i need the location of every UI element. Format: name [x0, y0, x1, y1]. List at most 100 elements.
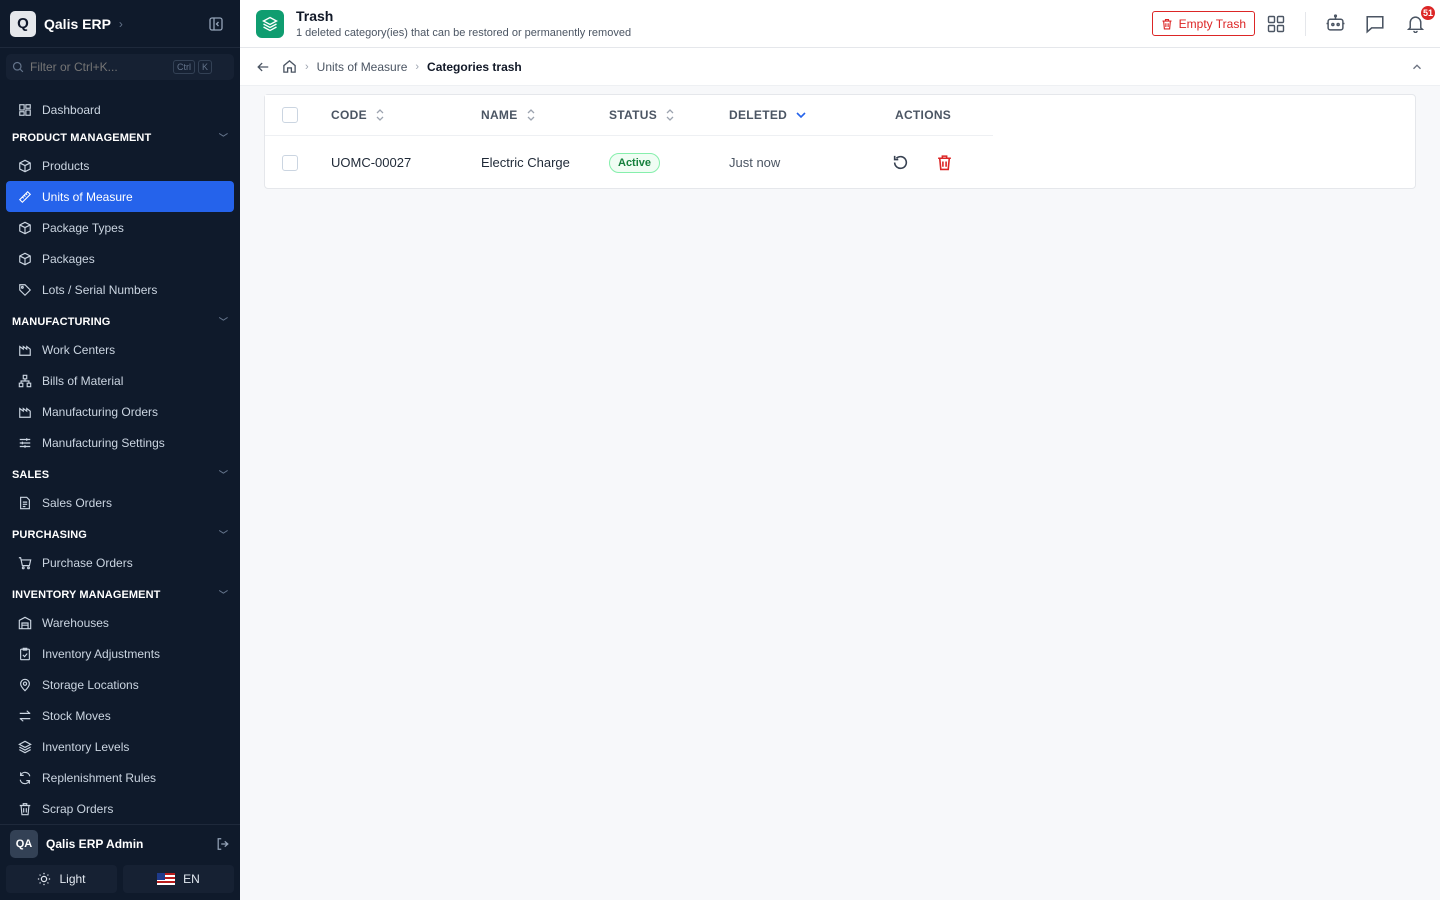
- chevron-right-icon[interactable]: ›: [119, 17, 123, 31]
- sidebar-item-dashboard[interactable]: Dashboard: [6, 94, 234, 125]
- filter-box[interactable]: Ctrl K: [6, 54, 234, 80]
- sidebar-item-bills-of-material[interactable]: Bills of Material: [6, 365, 234, 396]
- refresh-icon: [19, 771, 31, 784]
- sliders-icon: [19, 437, 31, 448]
- factory-icon: [19, 344, 31, 356]
- dashboard-icon: [19, 103, 31, 116]
- empty-trash-label: Empty Trash: [1178, 16, 1246, 31]
- notifications-button[interactable]: 51: [1404, 3, 1437, 35]
- theme-toggle-button[interactable]: Light: [6, 865, 117, 893]
- user-row[interactable]: QA Qalis ERP Admin: [0, 827, 240, 861]
- layers-icon: [256, 9, 284, 38]
- sidebar-item-package-types[interactable]: Package Types: [6, 212, 234, 243]
- filter-input[interactable]: [30, 60, 170, 74]
- delete-permanently-button[interactable]: [936, 136, 953, 189]
- chevron-down-icon: ﹀: [218, 470, 228, 480]
- trash-icon: [19, 802, 31, 815]
- user-name: Qalis ERP Admin: [46, 837, 144, 851]
- apps-grid-button[interactable]: [1265, 13, 1287, 35]
- column-status[interactable]: STATUS: [609, 95, 675, 135]
- logout-icon[interactable]: [216, 837, 230, 851]
- select-all-checkbox[interactable]: [282, 107, 298, 123]
- column-deleted[interactable]: DELETED: [729, 95, 807, 135]
- sidebar-item-lots-serial-numbers[interactable]: Lots / Serial Numbers: [6, 274, 234, 305]
- sidebar-item-manufacturing-settings[interactable]: Manufacturing Settings: [6, 427, 234, 458]
- tag-icon: [19, 283, 32, 296]
- sidebar-item-label: Package Types: [42, 220, 124, 235]
- theme-label: Light: [59, 872, 86, 886]
- sort-desc-icon: [796, 112, 806, 119]
- language-button[interactable]: EN: [123, 865, 234, 893]
- sort-icon: [376, 109, 384, 121]
- sidebar-item-packages[interactable]: Packages: [6, 243, 234, 274]
- status-badge: Active: [609, 152, 661, 173]
- section-manufacturing[interactable]: MANUFACTURING ﹀: [0, 309, 240, 334]
- trash-icon: [938, 155, 951, 171]
- sidebar-nav: Dashboard PRODUCT MANAGEMENT ﹀ Products U…: [0, 94, 240, 824]
- package-icon: [19, 252, 31, 265]
- chevron-up-icon[interactable]: [1410, 60, 1424, 74]
- sidebar-item-sales-orders[interactable]: Sales Orders: [6, 487, 234, 518]
- table-row[interactable]: UOMC-00027 Electric Charge Active Just n…: [265, 136, 1415, 189]
- us-flag-icon: [157, 873, 176, 885]
- sidebar-item-products[interactable]: Products: [6, 150, 234, 181]
- avatar[interactable]: QA: [10, 830, 38, 858]
- ruler-icon: [18, 190, 32, 203]
- sidebar-item-label: Packages: [42, 251, 95, 266]
- warehouse-icon: [18, 616, 32, 629]
- shortcut-k: K: [198, 60, 213, 74]
- column-name[interactable]: NAME: [481, 95, 536, 135]
- sidebar-item-label: Inventory Levels: [42, 739, 130, 754]
- sort-icon: [666, 109, 674, 121]
- breadcrumb-current: Categories trash: [427, 59, 522, 74]
- sidebar-item-manufacturing-orders[interactable]: Manufacturing Orders: [6, 396, 234, 427]
- sidebar-item-storage-locations[interactable]: Storage Locations: [6, 669, 234, 700]
- section-title: PRODUCT MANAGEMENT: [12, 131, 152, 144]
- breadcrumb-units-of-measure[interactable]: Units of Measure: [317, 60, 408, 74]
- messages-button[interactable]: [1364, 13, 1386, 35]
- column-code[interactable]: CODE: [331, 95, 385, 135]
- back-arrow-icon[interactable]: [256, 60, 270, 74]
- sidebar-item-label: Sales Orders: [42, 495, 113, 510]
- chevron-down-icon: ﹀: [218, 133, 228, 143]
- cart-icon: [18, 556, 32, 569]
- empty-trash-button[interactable]: Empty Trash: [1151, 11, 1255, 36]
- sidebar-item-replenishment-rules[interactable]: Replenishment Rules: [6, 762, 234, 793]
- brand-logo[interactable]: Q: [10, 10, 36, 37]
- sort-icon: [527, 109, 535, 121]
- brand-name[interactable]: Qalis ERP: [44, 16, 111, 32]
- trash-table: CODE NAME STATUS DELETED ACTIONS UOMC-00…: [264, 94, 1416, 189]
- sidebar-item-warehouses[interactable]: Warehouses: [6, 607, 234, 638]
- sidebar-item-label: Stock Moves: [42, 708, 111, 723]
- search-icon: [12, 61, 24, 73]
- section-title: INVENTORY MANAGEMENT: [12, 588, 161, 601]
- sidebar-item-inventory-levels[interactable]: Inventory Levels: [6, 731, 234, 762]
- sidebar-item-stock-moves[interactable]: Stock Moves: [6, 700, 234, 731]
- section-purchasing[interactable]: PURCHASING ﹀: [0, 522, 240, 547]
- sidebar-item-label: Purchase Orders: [42, 555, 133, 570]
- column-actions: ACTIONS: [895, 95, 951, 135]
- sidebar-item-units-of-measure[interactable]: Units of Measure: [6, 181, 234, 212]
- sidebar-item-label: Dashboard: [42, 102, 101, 117]
- home-icon[interactable]: [282, 59, 297, 74]
- breadcrumb-separator: ›: [415, 60, 420, 73]
- column-status-label: STATUS: [609, 108, 658, 122]
- page-title: Trash: [296, 8, 334, 24]
- section-product-management[interactable]: PRODUCT MANAGEMENT ﹀: [0, 125, 240, 150]
- sidebar-item-purchase-orders[interactable]: Purchase Orders: [6, 547, 234, 578]
- grid-icon: [1267, 15, 1285, 32]
- sidebar: Q Qalis ERP › Ctrl K Dashboard PRODUCT M…: [0, 0, 240, 900]
- assistant-bot-button[interactable]: [1324, 13, 1346, 35]
- sidebar-item-label: Work Centers: [42, 342, 116, 357]
- sidebar-item-inventory-adjustments[interactable]: Inventory Adjustments: [6, 638, 234, 669]
- section-inventory-management[interactable]: INVENTORY MANAGEMENT ﹀: [0, 582, 240, 607]
- sidebar-toggle-icon[interactable]: [208, 16, 224, 32]
- sidebar-item-label: Bills of Material: [42, 373, 124, 388]
- restore-button[interactable]: [892, 136, 909, 189]
- row-checkbox[interactable]: [282, 154, 298, 171]
- sidebar-item-label: Manufacturing Settings: [42, 435, 165, 450]
- section-sales[interactable]: SALES ﹀: [0, 462, 240, 487]
- sidebar-item-scrap-orders[interactable]: Scrap Orders: [6, 793, 234, 824]
- shortcut-ctrl: Ctrl: [173, 60, 195, 74]
- sidebar-item-work-centers[interactable]: Work Centers: [6, 334, 234, 365]
